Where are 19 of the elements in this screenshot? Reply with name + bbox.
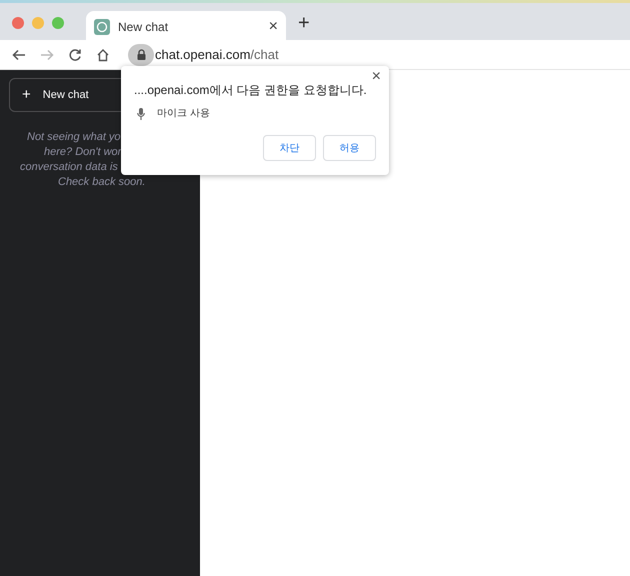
microphone-icon	[137, 108, 145, 120]
home-icon[interactable]	[96, 48, 110, 62]
new-tab-button[interactable]: +	[298, 13, 310, 33]
notice-text: Check back soon.	[57, 175, 146, 190]
lock-button[interactable]	[128, 44, 154, 66]
browser-tab[interactable]: New chat ×	[86, 11, 286, 43]
logo-icon	[94, 19, 110, 35]
tab-title: New chat	[118, 19, 170, 36]
notice-text: Not seeing what yo	[26, 130, 122, 145]
close-tab-button[interactable]: ×	[268, 19, 278, 35]
permission-button[interactable]: 허용	[323, 135, 376, 161]
permission-button[interactable]: 차단	[263, 135, 316, 161]
close-button[interactable]: ×	[372, 69, 381, 85]
reload-icon[interactable]	[68, 48, 82, 62]
lock-icon	[136, 49, 146, 60]
back-icon[interactable]	[12, 48, 26, 62]
address-field[interactable]: chat.openai.com/chat	[155, 44, 279, 64]
notice-text: conversation data is	[19, 160, 119, 175]
notice-text: here? Don't wor	[43, 145, 122, 160]
